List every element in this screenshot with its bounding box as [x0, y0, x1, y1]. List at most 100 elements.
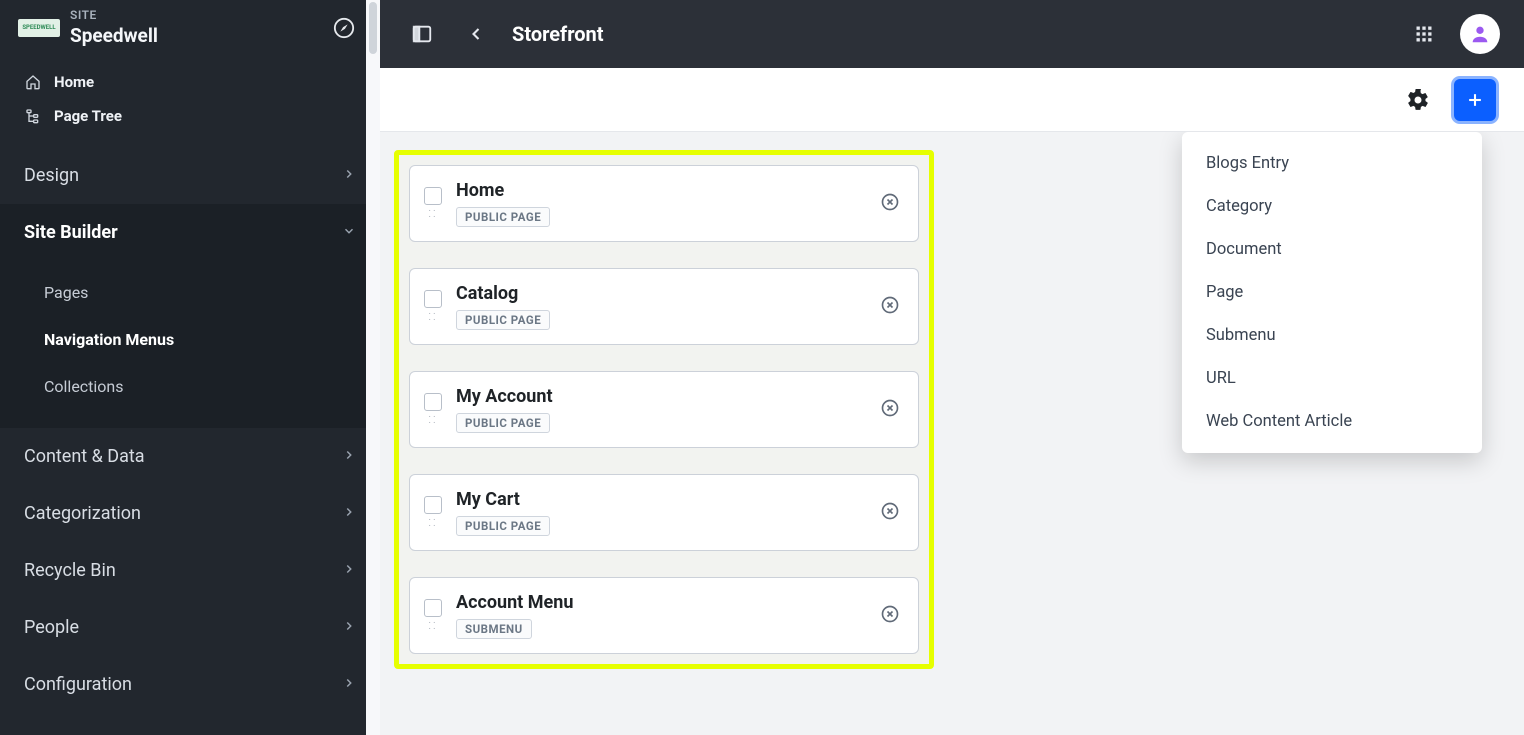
dropdown-item-submenu[interactable]: Submenu — [1182, 314, 1482, 357]
drag-dots-icon: ···· — [428, 415, 437, 427]
plus-icon — [1465, 90, 1485, 110]
site-label: SITE — [70, 8, 158, 22]
remove-item-button[interactable] — [880, 501, 900, 525]
chevron-right-icon — [342, 446, 356, 467]
select-checkbox[interactable] — [424, 187, 442, 205]
menu-item-title: My Cart — [456, 489, 866, 510]
menu-item-card[interactable]: ···· My Account PUBLIC PAGE — [409, 371, 919, 448]
site-logo: SPEEDWELL — [18, 19, 60, 37]
drag-dots-icon: ···· — [428, 312, 437, 324]
remove-item-button[interactable] — [880, 295, 900, 319]
dropdown-item-category[interactable]: Category — [1182, 185, 1482, 228]
menu-item-card[interactable]: ···· Home PUBLIC PAGE — [409, 165, 919, 242]
sidebar-section-label: Categorization — [24, 503, 141, 524]
sidebar-section-content-data[interactable]: Content & Data — [0, 428, 380, 485]
select-checkbox[interactable] — [424, 599, 442, 617]
menu-item-list: ···· Home PUBLIC PAGE ···· Catalog — [394, 150, 934, 669]
compass-icon — [333, 17, 355, 39]
sidebar-section-label: Site Builder — [24, 222, 118, 243]
home-icon — [24, 73, 42, 91]
toggle-sidebar-button[interactable] — [404, 16, 440, 52]
sidebar-header: SPEEDWELL SITE Speedwell — [0, 0, 380, 61]
drag-handle[interactable]: ···· — [424, 496, 442, 530]
dropdown-item-page[interactable]: Page — [1182, 271, 1482, 314]
sidebar-scrollbar[interactable] — [366, 0, 380, 735]
add-dropdown: Blogs Entry Category Document Page Subme… — [1182, 132, 1482, 453]
chevron-right-icon — [342, 165, 356, 186]
sidebar-item-collections[interactable]: Collections — [0, 363, 380, 410]
sidebar: SPEEDWELL SITE Speedwell Home — [0, 0, 380, 735]
sidebar-section-site-builder[interactable]: Site Builder — [0, 204, 380, 261]
gear-icon — [1406, 88, 1430, 112]
sidebar-quick-nav: Home Page Tree — [0, 61, 380, 147]
sidebar-section-people[interactable]: People — [0, 599, 380, 656]
chevron-right-icon — [342, 617, 356, 638]
sidebar-section-label: Configuration — [24, 674, 132, 695]
menu-item-card[interactable]: ···· Catalog PUBLIC PAGE — [409, 268, 919, 345]
menu-item-card[interactable]: ···· My Cart PUBLIC PAGE — [409, 474, 919, 551]
sidebar-section-design[interactable]: Design — [0, 147, 380, 204]
back-button[interactable] — [458, 16, 494, 52]
user-avatar[interactable] — [1460, 14, 1500, 54]
drag-handle[interactable]: ···· — [424, 187, 442, 221]
sidebar-quick-label: Page Tree — [54, 107, 122, 125]
drag-dots-icon: ···· — [428, 209, 437, 221]
dropdown-item-web-content-article[interactable]: Web Content Article — [1182, 400, 1482, 443]
sidebar-section-categorization[interactable]: Categorization — [0, 485, 380, 542]
drag-dots-icon: ···· — [428, 518, 437, 530]
drag-handle[interactable]: ···· — [424, 290, 442, 324]
remove-item-button[interactable] — [880, 604, 900, 628]
user-icon — [1469, 23, 1491, 45]
menu-item-title: Catalog — [456, 283, 866, 304]
chevron-left-icon — [466, 24, 486, 44]
drag-handle[interactable]: ···· — [424, 599, 442, 633]
menu-item-title: Account Menu — [456, 592, 866, 613]
menu-item-type-badge: PUBLIC PAGE — [456, 310, 550, 330]
menu-item-type-badge: PUBLIC PAGE — [456, 413, 550, 433]
toolbar — [380, 68, 1524, 132]
select-checkbox[interactable] — [424, 393, 442, 411]
settings-button[interactable] — [1400, 82, 1436, 118]
remove-item-button[interactable] — [880, 192, 900, 216]
menu-item-title: Home — [456, 180, 866, 201]
chevron-right-icon — [342, 674, 356, 695]
menu-item-type-badge: SUBMENU — [456, 619, 532, 639]
page-title: Storefront — [512, 22, 604, 46]
select-checkbox[interactable] — [424, 290, 442, 308]
chevron-right-icon — [342, 503, 356, 524]
sidebar-section-label: Content & Data — [24, 446, 145, 467]
close-circle-icon — [880, 604, 900, 624]
sidebar-section-configuration[interactable]: Configuration — [0, 656, 380, 713]
add-button[interactable] — [1454, 79, 1496, 121]
chevron-right-icon — [342, 560, 356, 581]
menu-item-card[interactable]: ···· Account Menu SUBMENU — [409, 577, 919, 654]
menu-item-title: My Account — [456, 386, 866, 407]
close-circle-icon — [880, 192, 900, 212]
content-area: ···· Home PUBLIC PAGE ···· Catalog — [380, 132, 1524, 735]
compass-button[interactable] — [328, 12, 360, 44]
sidebar-section-recycle-bin[interactable]: Recycle Bin — [0, 542, 380, 599]
close-circle-icon — [880, 501, 900, 521]
site-name: Speedwell — [70, 24, 158, 47]
sidebar-quick-page-tree[interactable]: Page Tree — [12, 99, 368, 133]
sidebar-quick-label: Home — [54, 73, 94, 91]
tree-icon — [24, 107, 42, 125]
apps-button[interactable] — [1406, 16, 1442, 52]
scrollbar-thumb[interactable] — [369, 2, 377, 54]
select-checkbox[interactable] — [424, 496, 442, 514]
apps-grid-icon — [1414, 24, 1434, 44]
sidebar-quick-home[interactable]: Home — [12, 65, 368, 99]
dropdown-item-document[interactable]: Document — [1182, 228, 1482, 271]
sidebar-item-navigation-menus[interactable]: Navigation Menus — [0, 316, 380, 363]
drag-handle[interactable]: ···· — [424, 393, 442, 427]
menu-item-type-badge: PUBLIC PAGE — [456, 516, 550, 536]
remove-item-button[interactable] — [880, 398, 900, 422]
sidebar-item-pages[interactable]: Pages — [0, 269, 380, 316]
chevron-down-icon — [342, 222, 356, 243]
menu-item-type-badge: PUBLIC PAGE — [456, 207, 550, 227]
dropdown-item-url[interactable]: URL — [1182, 357, 1482, 400]
panel-icon — [411, 23, 433, 45]
dropdown-item-blogs-entry[interactable]: Blogs Entry — [1182, 142, 1482, 185]
sidebar-section-label: Recycle Bin — [24, 560, 116, 581]
sidebar-section-label: People — [24, 617, 79, 638]
